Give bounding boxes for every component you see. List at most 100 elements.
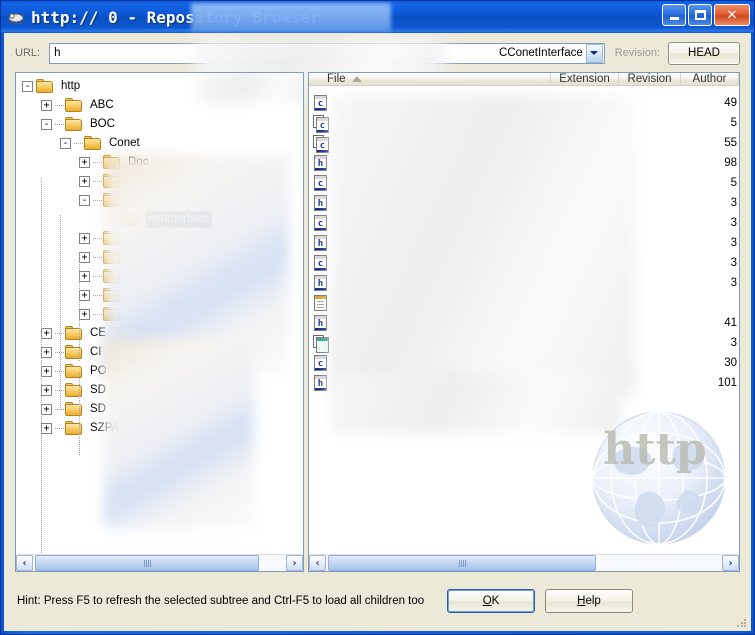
note-file-icon [313, 295, 329, 311]
dialog-footer: Hint: Press F5 to refresh the selected s… [5, 572, 750, 630]
column-header-ext[interactable]: Extension [551, 73, 619, 85]
url-combo-box[interactable]: h CConetInterface [49, 42, 605, 64]
url-input[interactable]: h CConetInterface [50, 47, 586, 59]
tree-horizontal-scrollbar[interactable]: ‹ › [16, 554, 303, 571]
tree-node[interactable]: + SD [22, 400, 303, 419]
tree-connector [93, 200, 102, 201]
repository-browser-window: http:// 0 - Repository Browser ✕ URL: h … [0, 0, 755, 635]
url-dropdown-button[interactable] [585, 43, 603, 63]
tree-node[interactable]: + CI [22, 343, 303, 362]
expand-icon[interactable]: + [41, 100, 52, 111]
expand-icon[interactable]: + [79, 309, 90, 320]
tree-node-label: CE [90, 327, 106, 339]
tree-node[interactable]: + [22, 286, 303, 305]
tree-node[interactable]: + ABC [22, 96, 303, 115]
list-scroll-thumb[interactable] [328, 555, 596, 571]
expand-icon[interactable]: + [79, 290, 90, 301]
expand-icon[interactable]: + [41, 423, 52, 434]
table-row[interactable]: c3 [309, 253, 739, 273]
collapse-icon[interactable]: - [60, 138, 71, 149]
table-row[interactable]: c 55 [309, 133, 739, 153]
table-row[interactable]: c 49 [309, 93, 739, 113]
tree-node[interactable]: + [22, 267, 303, 286]
tree-scroll-track[interactable] [33, 555, 286, 571]
tree-node[interactable]: - BOC [22, 115, 303, 134]
ok-button[interactable]: OK [447, 589, 535, 613]
close-button[interactable]: ✕ [714, 4, 750, 26]
table-row[interactable] [309, 293, 739, 313]
folder-icon [84, 136, 102, 151]
column-header-file[interactable]: File [309, 73, 551, 85]
expand-icon[interactable]: + [41, 328, 52, 339]
scroll-grip-icon [143, 559, 151, 567]
tree-node[interactable]: + SD [22, 381, 303, 400]
tree-node-label: CI [90, 346, 102, 358]
table-row[interactable]: c 30 [309, 353, 739, 373]
table-row[interactable]: h 101 [309, 373, 739, 393]
revision-cell: 3 [730, 197, 737, 209]
collapse-icon[interactable]: - [79, 195, 90, 206]
list-horizontal-scrollbar[interactable]: ‹ › [309, 554, 739, 571]
column-header-label: Revision [627, 73, 672, 85]
list-scroll-right-button[interactable]: › [722, 555, 739, 571]
tree-connector [55, 428, 64, 429]
tree-node-label: Doc [128, 156, 149, 168]
expand-icon[interactable]: + [79, 271, 90, 282]
revision-cell: 3 [730, 257, 737, 269]
folder-icon [103, 307, 121, 322]
list-scroll-left-button[interactable]: ‹ [309, 555, 326, 571]
file-list-pane: File Extension Revision Author c 49 c 5 c 55 h 98 c… [308, 72, 740, 572]
table-row[interactable]: 3 [309, 333, 739, 353]
table-row[interactable]: c3 [309, 213, 739, 233]
help-button[interactable]: Help [545, 589, 633, 613]
expand-icon[interactable]: + [41, 347, 52, 358]
table-row[interactable]: c5 [309, 173, 739, 193]
collapse-icon[interactable]: - [22, 81, 33, 92]
collapse-icon[interactable]: - [41, 119, 52, 130]
table-row[interactable]: h3 [309, 233, 739, 253]
table-row[interactable]: h3 [309, 273, 739, 293]
tree-node[interactable]: + PO [22, 362, 303, 381]
tree-connector [93, 314, 102, 315]
title-bar[interactable]: http:// 0 - Repository Browser ✕ [1, 1, 754, 33]
folder-icon [65, 326, 83, 341]
table-row[interactable]: h3 [309, 193, 739, 213]
tree-scroll-thumb[interactable] [35, 555, 259, 571]
expand-icon[interactable]: + [41, 366, 52, 377]
expand-icon[interactable]: + [79, 176, 90, 187]
tree-scroll-right-button[interactable]: › [286, 555, 303, 571]
tree-node[interactable]: + [22, 172, 303, 191]
head-revision-button[interactable]: HEAD [668, 41, 740, 65]
table-row[interactable]: c5 [309, 113, 739, 133]
tree-node[interactable]: - Conet [22, 134, 303, 153]
expand-icon[interactable]: + [79, 233, 90, 244]
revision-cell: 49 [724, 97, 737, 109]
file-list-header[interactable]: File Extension Revision Author [309, 73, 739, 86]
tree-node[interactable]: - http [22, 77, 303, 96]
expand-icon[interactable]: + [41, 404, 52, 415]
column-header-rev[interactable]: Revision [619, 73, 681, 85]
tree-node[interactable]: + SZPA [22, 419, 303, 438]
tree-node[interactable]: + Doc [22, 153, 303, 172]
file-list-rows[interactable]: c 49 c 5 c 55 h 98 c 5 h 3 c 3 h 3 c 3 h 3 h 41 3 c 30 h 101 [309, 93, 739, 554]
tree-scroll-left-button[interactable]: ‹ [16, 555, 33, 571]
expand-icon[interactable]: + [79, 157, 90, 168]
expand-icon[interactable]: + [41, 385, 52, 396]
table-row[interactable]: h 98 [309, 153, 739, 173]
expand-icon[interactable]: + [79, 252, 90, 263]
tree-node[interactable]: + CE [22, 324, 303, 343]
revision-cell: 5 [730, 177, 737, 189]
tree-node[interactable]: netInterface [22, 210, 303, 229]
minimize-button[interactable] [662, 4, 686, 26]
list-scroll-track[interactable] [326, 555, 722, 571]
tree-node[interactable]: + [22, 305, 303, 324]
tree-node[interactable]: + [22, 248, 303, 267]
tree-node-label: ABC [90, 99, 114, 111]
column-header-auth[interactable]: Author [681, 73, 739, 85]
maximize-button[interactable] [688, 4, 712, 26]
tree-node[interactable]: - [22, 191, 303, 210]
resize-grip[interactable] [736, 617, 748, 629]
tree-node[interactable]: + [22, 229, 303, 248]
table-row[interactable]: h 41 [309, 313, 739, 333]
tree-node-label: SD [90, 384, 106, 396]
